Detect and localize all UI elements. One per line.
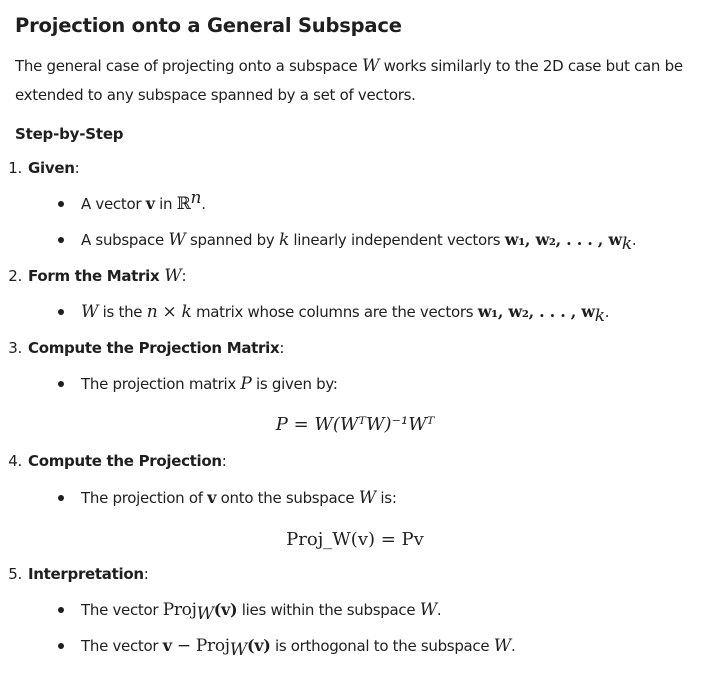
step-1-suffix: : (74, 159, 80, 177)
var-W: W (81, 302, 99, 322)
bullet-dot (58, 606, 64, 613)
text: The projection matrix (81, 375, 241, 393)
step-5-bullet-1: The vector ProjW(v) lies within the subs… (58, 600, 442, 623)
var-P: P (240, 374, 252, 394)
intro-text-pre: The general case of projecting onto a su… (15, 57, 362, 75)
proj-argument: (v) (246, 636, 271, 655)
step-2-number: 2. (8, 267, 22, 285)
step-4-number: 4. (8, 452, 22, 470)
page-title: Projection onto a General Subspace (15, 14, 402, 37)
projection-matrix-formula: P = W(WᵀW)⁻¹Wᵀ (275, 414, 435, 435)
vector-v: v (207, 488, 217, 507)
superscript-n: n (190, 188, 202, 208)
matrix-dims: n × k (146, 302, 192, 322)
proj-operator: Proj (162, 600, 197, 620)
step-5-label: Interpretation (28, 565, 144, 583)
text: . (201, 195, 206, 213)
text: The projection of (81, 489, 208, 507)
text: A vector (81, 195, 146, 213)
text: A subspace (81, 231, 169, 249)
vector-list: w₁, w₂, . . . , w (477, 302, 595, 321)
step-3-number: 3. (8, 339, 22, 357)
subscript-W: W (229, 640, 247, 660)
step-3-label: Compute the Projection Matrix (28, 339, 280, 357)
step-2-var-W: W (164, 266, 182, 286)
subscript-W: W (196, 604, 214, 624)
text: spanned by (185, 231, 279, 249)
step-1-number: 1. (8, 159, 22, 177)
text: lies within the subspace (237, 601, 420, 619)
vector-list: w₁, w₂, . . . , w (504, 230, 622, 249)
step-2-bullet-1: W is the n × k matrix whose columns are … (58, 302, 610, 325)
subscript-k: k (594, 306, 605, 326)
bullet-dot (58, 236, 64, 243)
section-heading: Step-by-Step (15, 125, 124, 143)
intro-var-W: W (361, 56, 380, 76)
step-1-bullet-2: A subspace W spanned by k linearly indep… (58, 230, 637, 253)
var-W: W (419, 600, 437, 620)
var-k: k (278, 230, 289, 250)
step-3-suffix: : (279, 339, 285, 357)
minus-sign: − (171, 636, 196, 656)
subscript-k: k (621, 234, 632, 254)
vector-v: v (145, 194, 155, 213)
bullet-dot (58, 200, 64, 207)
var-W: W (493, 636, 511, 656)
step-5-bullet-2: The vector v − ProjW(v) is orthogonal to… (58, 636, 516, 659)
step-5-number: 5. (8, 565, 22, 583)
text: . (510, 637, 516, 655)
text: is: (375, 489, 397, 507)
step-1-bullet-1: A vector v in ℝn. (58, 190, 206, 214)
step-1-label: Given (28, 159, 75, 177)
var-W: W (358, 488, 376, 508)
real-numbers-symbol: ℝ (176, 194, 191, 214)
bullet-dot (58, 642, 64, 649)
step-4: 4. Compute the Projection: (0, 452, 227, 470)
proj-operator: Proj (195, 636, 230, 656)
step-5: 5. Interpretation: (0, 565, 148, 583)
bullet-dot (58, 380, 64, 387)
step-4-label: Compute the Projection (28, 452, 222, 470)
var-W: W (168, 230, 186, 250)
text: is given by: (251, 375, 338, 393)
step-4-bullet-1: The projection of v onto the subspace W … (58, 488, 397, 508)
step-3-bullet-1: The projection matrix P is given by: (58, 374, 338, 394)
bullet-dot (58, 308, 64, 315)
text: matrix whose columns are the vectors (191, 303, 478, 321)
text: The vector (81, 601, 163, 619)
document-page: Projection onto a General Subspace The g… (0, 0, 710, 682)
step-2-suffix: : (181, 267, 187, 285)
text: The vector (81, 637, 163, 655)
proj-argument: (v) (213, 600, 238, 619)
text: . (436, 601, 442, 619)
step-5-suffix: : (143, 565, 149, 583)
text: . (631, 231, 637, 249)
text: . (604, 303, 610, 321)
text: is the (98, 303, 147, 321)
step-2: 2. Form the Matrix W: (0, 266, 186, 286)
projection-formula: Proj_W(v) = Pv (286, 529, 424, 550)
bullet-dot (58, 494, 64, 501)
text: onto the subspace (216, 489, 359, 507)
step-3: 3. Compute the Projection Matrix: (0, 339, 284, 357)
text: is orthogonal to the subspace (270, 637, 494, 655)
step-1: 1. Given: (0, 159, 79, 177)
text: in (154, 195, 177, 213)
text: linearly independent vectors (288, 231, 505, 249)
step-2-label: Form the Matrix (28, 267, 165, 285)
step-4-suffix: : (221, 452, 227, 470)
intro-paragraph: The general case of projecting onto a su… (15, 52, 695, 110)
vector-v: v (162, 636, 172, 655)
